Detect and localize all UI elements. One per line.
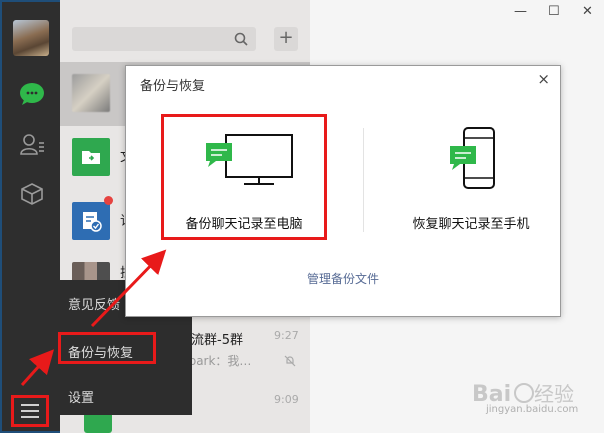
list-item-avatar (72, 74, 110, 112)
cube-icon[interactable] (18, 180, 46, 208)
menu-button[interactable] (11, 395, 49, 427)
close-window-button[interactable]: ✕ (582, 4, 593, 19)
search-icon (234, 31, 248, 50)
backup-to-pc-button[interactable]: 备份聊天记录至电脑 (161, 114, 327, 240)
chat-icon[interactable] (18, 80, 46, 108)
avatar[interactable] (13, 20, 49, 56)
dialog-title: 备份与恢复 (140, 79, 206, 94)
highlight-box (58, 332, 156, 364)
manage-backup-link[interactable]: 管理备份文件 (126, 270, 560, 287)
divider (363, 128, 364, 232)
backup-restore-dialog: 备份与恢复 × 备份聊天记录至电脑 恢复聊天记录至手机 管理备份文件 (125, 65, 561, 317)
group-avatar (72, 262, 110, 282)
minimize-button[interactable]: — (514, 4, 527, 19)
restore-to-phone-button[interactable]: 恢复聊天记录至手机 (388, 114, 554, 240)
file-transfer-icon (72, 138, 110, 176)
svg-text:经验: 经验 (534, 382, 574, 406)
backup-label: 备份聊天记录至电脑 (185, 217, 303, 232)
subscription-icon (72, 202, 110, 240)
monitor-icon (206, 134, 293, 185)
maximize-button[interactable]: ☐ (548, 4, 560, 19)
contacts-icon[interactable] (18, 130, 46, 158)
timestamp: 9:27 (274, 329, 299, 342)
search-input[interactable] (72, 27, 256, 51)
unread-badge (104, 196, 113, 205)
mute-icon (284, 352, 296, 371)
restore-label: 恢复聊天记录至手机 (412, 217, 530, 232)
phone-icon (450, 127, 495, 189)
menu-item-feedback[interactable]: 意见反馈 (68, 294, 120, 313)
close-icon[interactable]: × (537, 70, 550, 88)
baidu-jingyan-logo: Bai 经验 (472, 382, 574, 407)
timestamp: 9:09 (274, 393, 299, 406)
watermark-url: jingyan.baidu.com (486, 404, 579, 415)
hamburger-icon (21, 404, 39, 406)
menu-item-settings[interactable]: 设置 (68, 387, 94, 406)
add-button[interactable]: + (274, 27, 298, 51)
sidebar-rail (0, 0, 60, 433)
